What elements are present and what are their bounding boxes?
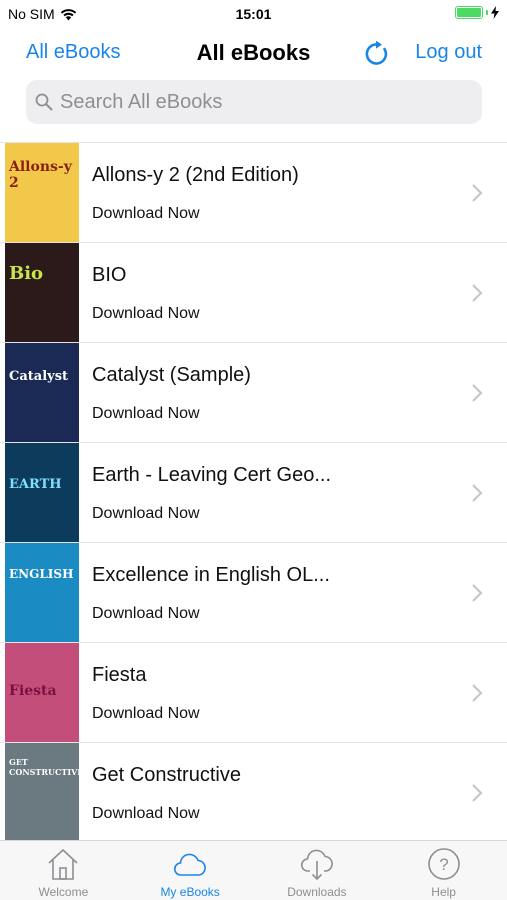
download-status[interactable]: Download Now [92,405,200,423]
logout-button[interactable]: Log out [415,41,482,64]
cloud-download-icon [300,849,333,881]
book-title: Excellence in English OL... [92,564,330,586]
cover-title: GET CONSTRUCTIVE [9,757,79,777]
chevron-right-icon [472,584,483,602]
search-input[interactable] [60,90,460,114]
download-status[interactable]: Download Now [92,205,200,223]
download-status[interactable]: Download Now [92,705,200,723]
book-title: Get Constructive [92,764,241,786]
cover-background [5,143,79,242]
tab-bar: Welcome My eBooks Downloads ? Help [0,840,507,900]
list-item[interactable]: GET CONSTRUCTIVE Get Constructive Downlo… [0,743,507,840]
tab-label: Downloads [287,885,347,899]
book-cover: Catalyst [5,343,79,442]
book-cover: Bio [5,243,79,342]
bolt-icon [491,6,499,19]
tab-welcome[interactable]: Welcome [0,841,127,900]
svg-text:?: ? [439,855,448,874]
status-time: 15:01 [235,6,272,22]
cover-title: Allons-y 2 [9,159,72,191]
cover-title: EARTH [9,477,62,492]
chevron-right-icon [472,484,483,502]
status-bar: No SIM 15:01 [0,0,507,28]
chevron-right-icon [472,784,483,802]
book-cover: Fiesta [5,643,79,742]
list-item[interactable]: ENGLISH Excellence in English OL... Down… [0,543,507,643]
book-cover: Allons-y 2 [5,143,79,242]
chevron-right-icon [472,384,483,402]
navigation-bar: All eBooks All eBooks Log out [0,28,507,78]
battery-icon [455,6,483,19]
download-status[interactable]: Download Now [92,605,200,623]
book-cover: GET CONSTRUCTIVE [5,743,79,840]
book-title: Allons-y 2 (2nd Edition) [92,164,299,186]
download-status[interactable]: Download Now [92,305,200,323]
cover-title: Bio [9,263,44,284]
cover-title: ENGLISH [9,567,74,581]
battery-fill [457,8,481,17]
tab-label: Welcome [38,885,89,899]
download-status[interactable]: Download Now [92,505,200,523]
cover-title: Fiesta [9,683,57,699]
book-cover: ENGLISH [5,543,79,642]
chevron-right-icon [472,184,483,202]
list-item[interactable]: Allons-y 2 Allons-y 2 (2nd Edition) Down… [0,143,507,243]
book-title: BIO [92,264,127,286]
book-title: Catalyst (Sample) [92,364,251,386]
tab-label: My eBooks [160,885,220,899]
list-item[interactable]: Fiesta Fiesta Download Now [0,643,507,743]
cover-background [5,543,79,642]
cloud-icon [174,853,207,876]
cover-background [5,243,79,342]
chevron-right-icon [472,684,483,702]
tab-help[interactable]: ? Help [380,841,507,900]
help-icon: ? [427,848,460,880]
battery-tip [486,10,488,15]
tab-label: Help [431,885,456,899]
search-icon [35,93,53,111]
book-cover: EARTH [5,443,79,542]
tab-my-ebooks[interactable]: My eBooks [127,841,254,900]
tab-downloads[interactable]: Downloads [254,841,381,900]
home-icon [48,849,78,880]
book-title: Earth - Leaving Cert Geo... [92,464,332,486]
cover-title: Catalyst [9,369,69,384]
cover-background [5,443,79,542]
cover-background [5,343,79,442]
refresh-icon[interactable] [363,40,391,68]
list-item[interactable]: Catalyst Catalyst (Sample) Download Now [0,343,507,443]
search-bar[interactable] [26,80,482,124]
list-item[interactable]: EARTH Earth - Leaving Cert Geo... Downlo… [0,443,507,543]
list-item[interactable]: Bio BIO Download Now [0,243,507,343]
download-status[interactable]: Download Now [92,805,200,823]
ebook-list: Allons-y 2 Allons-y 2 (2nd Edition) Down… [0,142,507,840]
chevron-right-icon [472,284,483,302]
book-title: Fiesta [92,664,147,686]
